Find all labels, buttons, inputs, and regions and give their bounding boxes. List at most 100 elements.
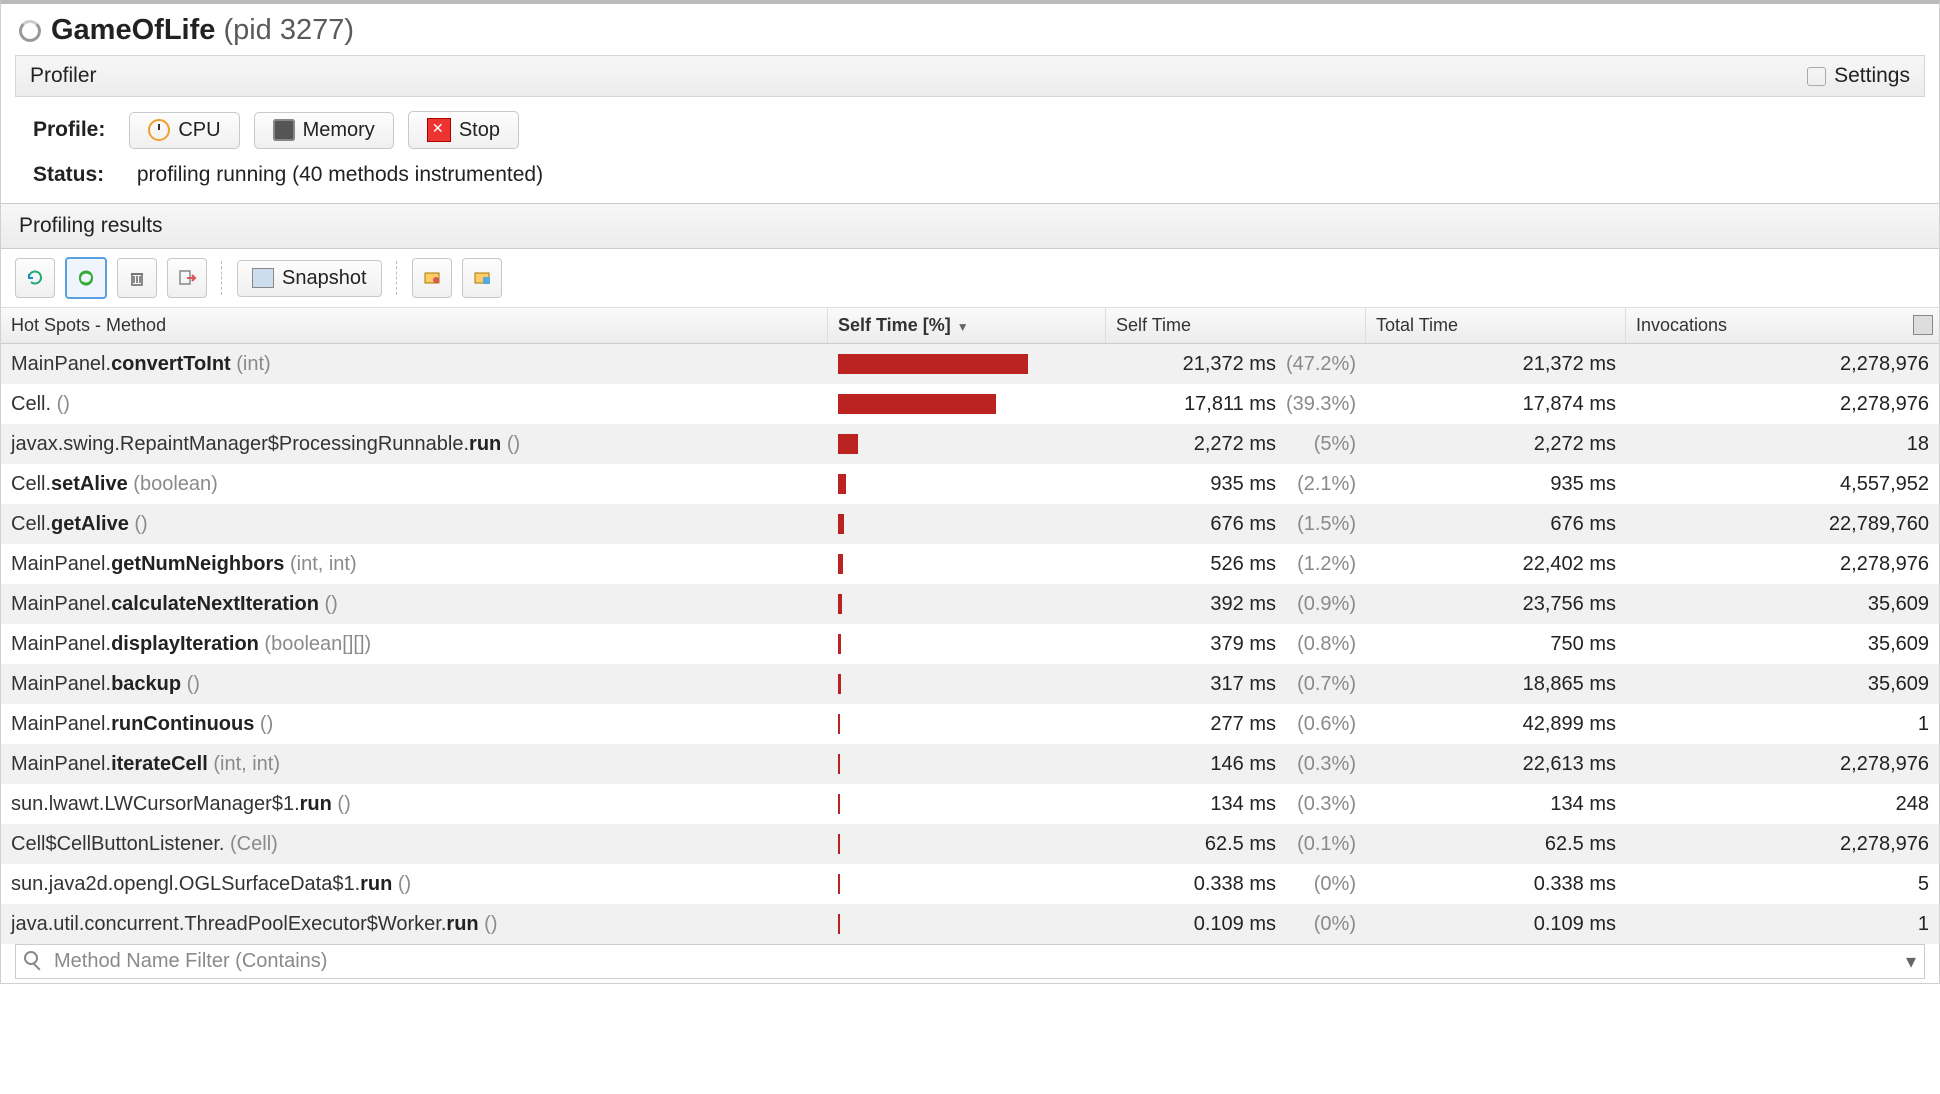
bar-cell	[828, 587, 1106, 621]
invocations-cell: 1	[1626, 906, 1939, 943]
save-snapshot-button[interactable]	[412, 258, 452, 298]
bar-cell	[828, 827, 1106, 861]
table-row[interactable]: MainPanel.backup () 317 ms(0.7%)18,865 ms…	[1, 664, 1939, 704]
bar-cell	[828, 387, 1106, 421]
method-cell: MainPanel.getNumNeighbors (int, int)	[1, 546, 828, 583]
status-label: Status:	[33, 163, 121, 187]
stop-icon	[427, 118, 451, 142]
memory-button[interactable]: Memory	[254, 112, 394, 149]
method-cell: sun.java2d.opengl.OGLSurfaceData$1.run (…	[1, 866, 828, 903]
export-button[interactable]	[167, 258, 207, 298]
invocations-cell: 2,278,976	[1626, 346, 1939, 383]
total-time-cell: 22,402 ms	[1366, 546, 1626, 583]
self-time-cell: 2,272 ms(5%)	[1106, 426, 1366, 463]
method-cell: Cell$CellButtonListener. (Cell)	[1, 826, 828, 863]
method-cell: MainPanel.runContinuous ()	[1, 706, 828, 743]
invocations-cell: 4,557,952	[1626, 466, 1939, 503]
method-cell: MainPanel.backup ()	[1, 666, 828, 703]
total-time-cell: 676 ms	[1366, 506, 1626, 543]
filter-input[interactable]: Method Name Filter (Contains) ▾	[15, 944, 1925, 979]
method-cell: MainPanel.iterateCell (int, int)	[1, 746, 828, 783]
table-row[interactable]: Cell$CellButtonListener. (Cell) 62.5 ms(0…	[1, 824, 1939, 864]
invocations-cell: 2,278,976	[1626, 746, 1939, 783]
method-cell: Cell. ()	[1, 386, 828, 423]
table-header: Hot Spots - Method Self Time [%]▼ Self T…	[1, 308, 1939, 344]
bar-cell	[828, 747, 1106, 781]
stop-button[interactable]: Stop	[408, 111, 519, 149]
bar-cell	[828, 707, 1106, 741]
method-cell: MainPanel.convertToInt (int)	[1, 346, 828, 383]
self-time-cell: 146 ms(0.3%)	[1106, 746, 1366, 783]
settings-checkbox-icon[interactable]	[1807, 67, 1826, 86]
filter-funnel-icon	[24, 951, 46, 973]
total-time-cell: 935 ms	[1366, 466, 1626, 503]
col-self-pct[interactable]: Self Time [%]▼	[828, 308, 1106, 343]
table-row[interactable]: java.util.concurrent.ThreadPoolExecutor$…	[1, 904, 1939, 944]
invocations-cell: 1	[1626, 706, 1939, 743]
clear-button[interactable]	[117, 258, 157, 298]
self-time-cell: 317 ms(0.7%)	[1106, 666, 1366, 703]
self-time-cell: 0.109 ms(0%)	[1106, 906, 1366, 943]
snapshot-button[interactable]: Snapshot	[237, 260, 382, 297]
col-method[interactable]: Hot Spots - Method	[1, 308, 828, 343]
invocations-cell: 2,278,976	[1626, 546, 1939, 583]
col-total-time[interactable]: Total Time	[1366, 308, 1626, 343]
total-time-cell: 18,865 ms	[1366, 666, 1626, 703]
bar-cell	[828, 867, 1106, 901]
bar-cell	[828, 667, 1106, 701]
profiler-label: Profiler	[30, 64, 97, 88]
total-time-cell: 17,874 ms	[1366, 386, 1626, 423]
filter-placeholder: Method Name Filter (Contains)	[54, 950, 327, 973]
method-cell: MainPanel.displayIteration (boolean[][])	[1, 626, 828, 663]
auto-refresh-button[interactable]	[65, 257, 107, 299]
column-config-icon[interactable]	[1913, 315, 1933, 335]
total-time-cell: 0.109 ms	[1366, 906, 1626, 943]
profile-label: Profile:	[33, 118, 105, 142]
col-self-time[interactable]: Self Time	[1106, 308, 1366, 343]
total-time-cell: 21,372 ms	[1366, 346, 1626, 383]
save-view-button[interactable]	[462, 258, 502, 298]
memory-chip-icon	[273, 119, 295, 141]
method-cell: javax.swing.RepaintManager$ProcessingRun…	[1, 426, 828, 463]
method-cell: Cell.setAlive (boolean)	[1, 466, 828, 503]
method-cell: java.util.concurrent.ThreadPoolExecutor$…	[1, 906, 828, 943]
settings-toggle[interactable]: Settings	[1807, 64, 1910, 88]
profile-controls: Profile: CPU Memory Stop	[1, 107, 1939, 163]
busy-spinner-icon	[19, 20, 41, 42]
table-row[interactable]: MainPanel.runContinuous ()277 ms(0.6%)42…	[1, 704, 1939, 744]
total-time-cell: 42,899 ms	[1366, 706, 1626, 743]
method-cell: Cell.getAlive ()	[1, 506, 828, 543]
cpu-button[interactable]: CPU	[129, 112, 239, 149]
self-time-cell: 21,372 ms(47.2%)	[1106, 346, 1366, 383]
table-row[interactable]: MainPanel.calculateNextIteration ()392 m…	[1, 584, 1939, 624]
table-row[interactable]: MainPanel.displayIteration (boolean[][])…	[1, 624, 1939, 664]
col-invocations[interactable]: Invocations	[1626, 308, 1939, 343]
table-row[interactable]: sun.lwawt.LWCursorManager$1.run ()134 ms…	[1, 784, 1939, 824]
table-row[interactable]: Cell.getAlive ()676 ms(1.5%)676 ms22,789…	[1, 504, 1939, 544]
table-row[interactable]: javax.swing.RepaintManager$ProcessingRun…	[1, 424, 1939, 464]
table-row[interactable]: MainPanel.getNumNeighbors (int, int) 526 …	[1, 544, 1939, 584]
table-row[interactable]: Cell.setAlive (boolean)935 ms(2.1%)935 m…	[1, 464, 1939, 504]
table-row[interactable]: Cell. ()17,811 ms(39.3%)17,874 ms2,278,9…	[1, 384, 1939, 424]
refresh-all-button[interactable]	[15, 258, 55, 298]
app-title: GameOfLife (pid 3277)	[51, 14, 354, 47]
self-time-cell: 134 ms(0.3%)	[1106, 786, 1366, 823]
sort-desc-icon: ▼	[957, 320, 969, 334]
self-time-cell: 62.5 ms(0.1%)	[1106, 826, 1366, 863]
total-time-cell: 750 ms	[1366, 626, 1626, 663]
results-table: Hot Spots - Method Self Time [%]▼ Self T…	[1, 307, 1939, 944]
toolbar-separator	[396, 261, 398, 295]
self-time-cell: 526 ms(1.2%)	[1106, 546, 1366, 583]
invocations-cell: 35,609	[1626, 626, 1939, 663]
invocations-cell: 35,609	[1626, 586, 1939, 623]
filter-dropdown-icon[interactable]: ▾	[1906, 949, 1916, 974]
invocations-cell: 18	[1626, 426, 1939, 463]
table-row[interactable]: sun.java2d.opengl.OGLSurfaceData$1.run (…	[1, 864, 1939, 904]
bar-cell	[828, 507, 1106, 541]
method-cell: MainPanel.calculateNextIteration ()	[1, 586, 828, 623]
total-time-cell: 23,756 ms	[1366, 586, 1626, 623]
invocations-cell: 2,278,976	[1626, 386, 1939, 423]
table-row[interactable]: MainPanel.iterateCell (int, int) 146 ms(0…	[1, 744, 1939, 784]
table-row[interactable]: MainPanel.convertToInt (int) 21,372 ms(47…	[1, 344, 1939, 384]
self-time-cell: 676 ms(1.5%)	[1106, 506, 1366, 543]
